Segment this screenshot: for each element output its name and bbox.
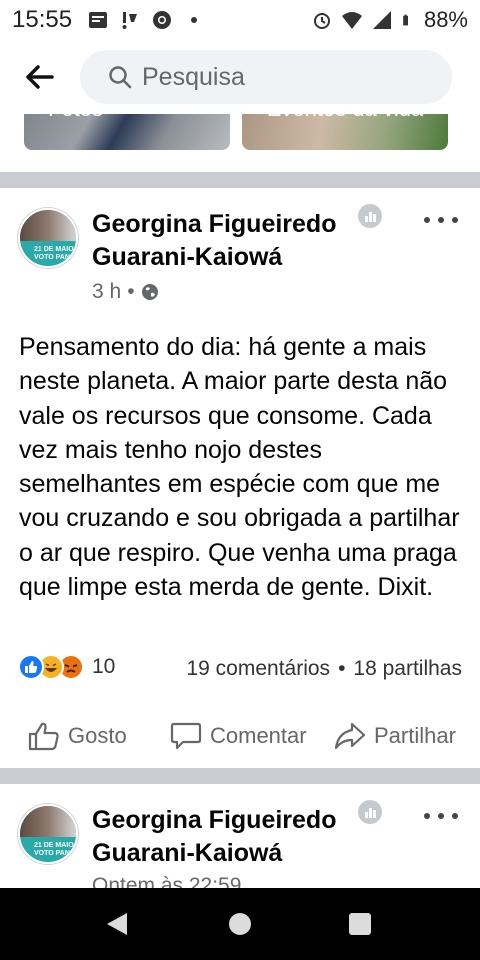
- search-input[interactable]: Pesquisa: [80, 50, 452, 104]
- engagement-summary: 19 comentários • 18 partilhas: [186, 657, 462, 681]
- notification-icons: [88, 10, 204, 30]
- shares-count-link[interactable]: 18 partilhas: [353, 657, 462, 681]
- nav-home-icon[interactable]: [229, 913, 251, 935]
- profile-photo-strip: Fotos Eventos da vida: [0, 114, 480, 160]
- photos-card[interactable]: Fotos: [24, 114, 230, 150]
- share-button[interactable]: Partilhar: [334, 721, 456, 751]
- nav-back-icon[interactable]: [106, 912, 128, 936]
- separator-dot: •: [338, 657, 346, 680]
- search-icon: [109, 66, 132, 89]
- post-author-name[interactable]: Georgina Figueiredo Guarani-Kaiowá: [92, 208, 336, 274]
- author-name-line2: Guarani-Kaiowá: [92, 839, 283, 867]
- author-avatar[interactable]: 21 DE MAIO VOTO PAN: [18, 804, 78, 864]
- post-actions-bar: Gosto Comentar Partilhar: [0, 710, 480, 762]
- post-author-name[interactable]: Georgina Figueiredo Guarani-Kaiowá: [92, 804, 336, 870]
- alert-icon: [122, 12, 138, 29]
- life-events-card-label: Eventos da vida: [242, 114, 448, 122]
- photos-card-label: Fotos: [24, 114, 230, 122]
- reaction-count: 10: [92, 655, 116, 678]
- system-icons: 88%: [312, 7, 468, 33]
- more-options-button[interactable]: [424, 806, 458, 826]
- author-name-line1: Georgina Figueiredo: [92, 806, 337, 834]
- dot-icon: [191, 17, 198, 23]
- like-button-label: Gosto: [68, 723, 127, 748]
- section-divider: [0, 768, 480, 784]
- share-button-label: Partilhar: [374, 723, 456, 748]
- chrome-icon: [153, 11, 172, 29]
- more-options-button[interactable]: [424, 210, 458, 230]
- more-dot-icon: [438, 813, 444, 819]
- more-dot-icon: [424, 813, 430, 819]
- search-placeholder: Pesquisa: [142, 62, 245, 91]
- comment-button-label: Comentar: [210, 723, 307, 748]
- comment-bubble-icon: [170, 722, 202, 750]
- back-button[interactable]: [0, 40, 80, 114]
- share-arrow-icon: [334, 722, 366, 750]
- battery-percentage: 88%: [423, 7, 468, 32]
- more-dot-icon: [438, 217, 444, 223]
- thumbs-up-icon: [28, 722, 59, 751]
- post-body-text: Pensamento do dia: há gente a mais neste…: [19, 333, 460, 602]
- avatar-photo: [20, 210, 76, 241]
- more-dot-icon: [424, 217, 430, 223]
- comment-button[interactable]: Comentar: [170, 721, 307, 751]
- nav-recents-icon[interactable]: [349, 913, 371, 935]
- alarm-icon: [313, 13, 330, 29]
- status-bar: 15:55 88%: [0, 0, 480, 40]
- like-button[interactable]: Gosto: [28, 721, 127, 751]
- status-time: 15:55: [12, 6, 73, 33]
- avatar-badge-text: 21 DE MAIO VOTO PAN: [34, 842, 74, 857]
- author-name-line2: Guarani-Kaiowá: [92, 243, 283, 271]
- timestamp-text: 3 h: [92, 280, 122, 303]
- more-dot-icon: [452, 813, 458, 819]
- life-events-card[interactable]: Eventos da vida: [242, 114, 448, 150]
- insights-icon[interactable]: [358, 800, 382, 824]
- author-avatar[interactable]: 21 DE MAIO VOTO PAN: [18, 208, 78, 268]
- signal-icon: [372, 11, 391, 29]
- android-navigation-bar: [0, 888, 480, 960]
- message-icon: [89, 12, 108, 28]
- author-name-line1: Georgina Figueiredo: [92, 210, 337, 238]
- globe-icon: [141, 284, 158, 300]
- post-timestamp[interactable]: 3 h •: [92, 280, 159, 304]
- section-divider: [0, 172, 480, 188]
- insights-icon[interactable]: [358, 204, 382, 228]
- like-reaction-icon: [18, 654, 44, 680]
- reaction-summary[interactable]: 10: [18, 654, 115, 680]
- battery-icon: [403, 14, 408, 26]
- more-dot-icon: [452, 217, 458, 223]
- search-header: Pesquisa: [0, 40, 480, 114]
- back-arrow-icon: [26, 65, 54, 89]
- comments-count-link[interactable]: 19 comentários: [186, 657, 330, 681]
- separator-dot: •: [127, 280, 135, 303]
- avatar-badge-text: 21 DE MAIO VOTO PAN: [34, 246, 74, 261]
- wifi-icon: [341, 12, 362, 29]
- avatar-photo: [20, 806, 76, 837]
